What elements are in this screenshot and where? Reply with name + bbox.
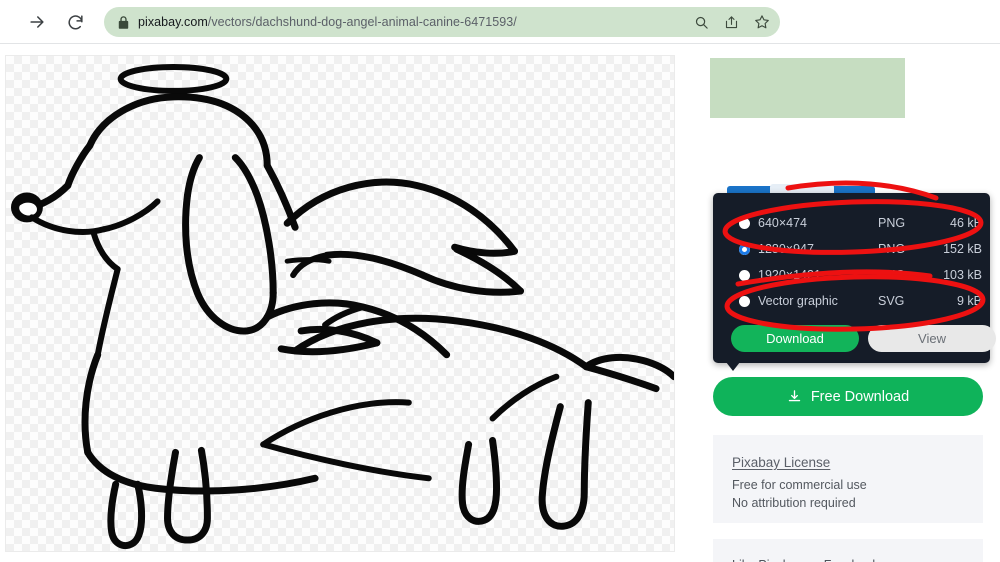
address-bar[interactable]: pixabay.com/vectors/dachshund-dog-angel-… <box>104 7 780 37</box>
image-preview-canvas[interactable] <box>5 55 675 552</box>
option-size-label: Vector graphic <box>758 294 838 308</box>
ad-placeholder <box>710 58 905 118</box>
option-filesize-label: 46 kB <box>950 216 982 230</box>
zoom-icon[interactable] <box>693 14 710 31</box>
radio-vector-graphic[interactable] <box>739 295 750 307</box>
panel-pointer-arrow <box>726 362 740 371</box>
dachshund-angel-illustration <box>10 63 674 549</box>
forward-arrow-icon[interactable] <box>24 9 50 35</box>
url-path: /vectors/dachshund-dog-angel-animal-cani… <box>207 15 517 29</box>
license-line-attribution: No attribution required <box>732 496 856 510</box>
option-format-label: PNG <box>878 216 906 230</box>
download-option-row[interactable]: 1280×947 PNG 152 kB <box>713 236 990 262</box>
license-line-commercial: Free for commercial use <box>732 478 867 492</box>
download-option-row[interactable]: Vector graphic SVG 9 kB <box>713 288 990 314</box>
download-option-row[interactable]: 1920×1421 PNG 103 kB <box>713 262 990 288</box>
option-filesize-label: 9 kB <box>956 294 982 308</box>
omnibox-actions <box>693 7 770 37</box>
download-option-row[interactable]: 640×474 PNG 46 kB <box>713 210 990 236</box>
radio-1920x1421[interactable] <box>739 269 750 281</box>
license-card: Pixabay License Free for commercial use … <box>713 435 983 523</box>
option-format-label: PNG <box>878 242 906 256</box>
option-filesize-label: 103 kB <box>943 268 982 282</box>
option-format-label: SVG <box>878 294 905 308</box>
facebook-like-label: Like Pixabay on Facebook <box>732 558 879 562</box>
radio-1280x947[interactable] <box>739 243 750 255</box>
option-size-label: 640×474 <box>758 216 808 230</box>
radio-640x474[interactable] <box>739 217 750 229</box>
option-format-label: PNG <box>878 268 906 282</box>
download-icon <box>787 389 802 404</box>
reload-icon[interactable] <box>62 9 88 35</box>
free-download-label: Free Download <box>810 388 910 405</box>
page-root: pixabay.com/vectors/dachshund-dog-angel-… <box>0 0 1000 562</box>
download-button[interactable]: Download <box>731 325 859 352</box>
url-host: pixabay.com <box>138 15 208 29</box>
browser-toolbar: pixabay.com/vectors/dachshund-dog-angel-… <box>0 0 1000 44</box>
url-text: pixabay.com/vectors/dachshund-dog-angel-… <box>138 15 517 29</box>
lock-icon <box>118 15 129 29</box>
free-download-button[interactable]: Free Download <box>713 377 983 416</box>
facebook-card[interactable]: Like Pixabay on Facebook <box>713 539 983 562</box>
option-size-label: 1280×947 <box>758 242 814 256</box>
pixabay-license-link[interactable]: Pixabay License <box>732 455 830 470</box>
option-size-label: 1920×1421 <box>758 268 821 282</box>
option-filesize-label: 152 kB <box>943 242 982 256</box>
share-icon[interactable] <box>723 14 740 31</box>
download-options-panel: 640×474 PNG 46 kB 1280×947 PNG 152 kB 19… <box>713 193 996 363</box>
view-button[interactable]: View <box>868 325 996 352</box>
toolbar-divider <box>0 43 1000 44</box>
bookmark-star-icon[interactable] <box>753 14 770 31</box>
